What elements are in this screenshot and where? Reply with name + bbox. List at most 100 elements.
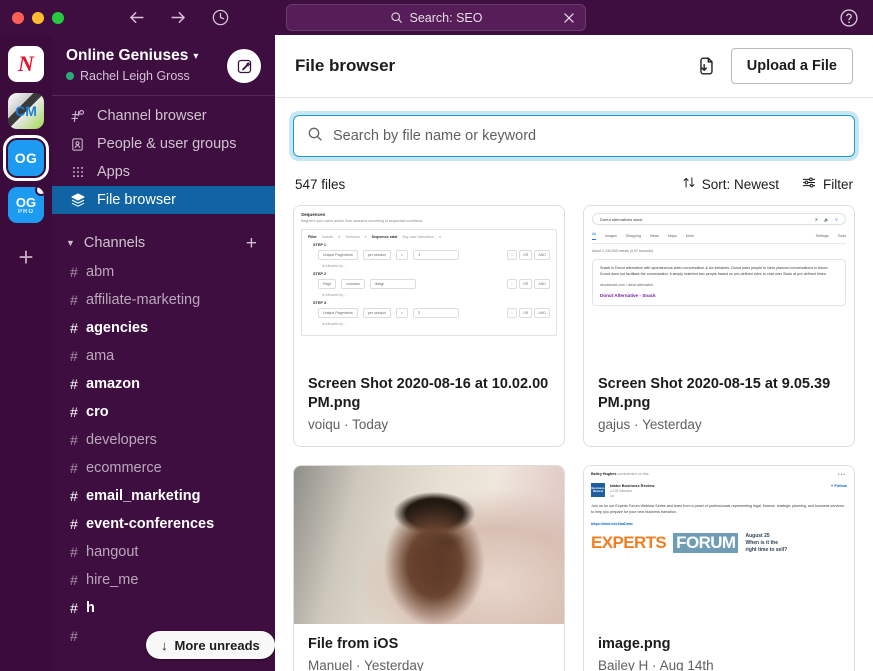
channels-section-header[interactable]: ▼ Channels + xyxy=(52,228,275,258)
workspace-icon-cm[interactable]: CM xyxy=(8,93,44,129)
back-arrow-icon[interactable] xyxy=(126,8,146,28)
preview-include: Include xyxy=(321,235,334,239)
history-clock-icon[interactable] xyxy=(210,8,230,28)
search-icon xyxy=(390,11,403,24)
list-item[interactable]: # abm xyxy=(52,258,275,286)
close-icon[interactable] xyxy=(562,11,576,25)
list-item[interactable]: # cro xyxy=(52,398,275,426)
forward-arrow-icon[interactable] xyxy=(168,8,188,28)
list-item[interactable]: # h xyxy=(52,594,275,622)
file-card[interactable]: Sequences Segment your users and/or thei… xyxy=(293,205,565,448)
hash-icon: # xyxy=(70,376,78,392)
file-time: Yesterday xyxy=(364,658,424,671)
sidebar-item-people-user-groups[interactable]: People & user groups xyxy=(52,130,275,158)
download-file-icon[interactable] xyxy=(695,55,717,77)
list-item[interactable]: # agencies xyxy=(52,314,275,342)
list-item[interactable]: # event-conferences xyxy=(52,510,275,538)
file-submeta: voiqu · Today xyxy=(308,417,550,432)
list-item[interactable]: # hangout xyxy=(52,538,275,566)
minimize-window-button[interactable] xyxy=(32,11,44,24)
search-input[interactable] xyxy=(333,128,841,144)
preview-tab: Shopping xyxy=(625,234,641,238)
preview-commented-text: commented on this xyxy=(617,472,649,477)
global-search-value: Search: SEO xyxy=(409,10,483,25)
hash-icon: # xyxy=(70,572,78,588)
channel-name: cro xyxy=(86,404,109,420)
maximize-window-button[interactable] xyxy=(52,11,64,24)
channel-name: h xyxy=(86,600,95,616)
list-item[interactable]: # amazon xyxy=(52,370,275,398)
preview-follow: is followed by... xyxy=(322,322,346,326)
sidebar-item-label: Apps xyxy=(97,164,131,180)
workspace-icon-og-active[interactable]: OG xyxy=(3,135,49,181)
preview-commenter-line: Bailey Hughes commented on this xyxy=(591,472,847,476)
apps-icon xyxy=(69,165,86,179)
sidebar-item-file-browser[interactable]: File browser xyxy=(52,186,275,214)
pencil-square-icon xyxy=(237,59,251,73)
list-item[interactable]: # ama xyxy=(52,342,275,370)
list-item[interactable]: # ecommerce xyxy=(52,454,275,482)
list-item[interactable]: # hire_me xyxy=(52,566,275,594)
preview-tab: More xyxy=(685,234,694,238)
preview-follow-button: + Follow xyxy=(830,483,847,489)
preview-post-link: https://lnkd.in/eXbaDmw xyxy=(591,522,633,527)
preview-result-title: Donut Alternative - Snack xyxy=(600,292,656,298)
filter-button[interactable]: Filter xyxy=(801,175,853,193)
list-item[interactable]: # email_marketing xyxy=(52,482,275,510)
workspace-icon-n[interactable]: N xyxy=(8,46,44,82)
channel-name: hangout xyxy=(86,544,139,560)
file-name: Screen Shot 2020-08-15 at 9.05.39 PM.png xyxy=(598,376,831,412)
preview-post-time: 1w xyxy=(610,494,615,499)
file-card[interactable]: Bailey Hughes commented on this ••• Busi… xyxy=(583,465,855,671)
search-icon xyxy=(307,126,323,147)
close-window-button[interactable] xyxy=(12,11,24,24)
list-item[interactable]: # affiliate-marketing xyxy=(52,286,275,314)
chevron-down-icon: ▼ xyxy=(66,238,75,248)
file-card-meta: image.png Bailey H · Aug 14th xyxy=(584,624,854,671)
filter-label: Filter xyxy=(823,176,853,192)
hash-icon: # xyxy=(70,432,78,448)
preview-banner-line2: right time to sell? xyxy=(745,546,788,553)
linkedin-post-preview: Bailey Hughes commented on this ••• Busi… xyxy=(584,466,854,554)
global-search-bar[interactable]: Search: SEO xyxy=(286,4,586,31)
channel-name: amazon xyxy=(86,376,140,392)
file-card[interactable]: File from iOS Manuel · Yesterday xyxy=(293,465,565,671)
sidebar-item-apps[interactable]: Apps xyxy=(52,158,275,186)
compose-message-button[interactable] xyxy=(227,49,261,83)
preview-metric: Unique Pageviews xyxy=(318,308,358,318)
help-icon[interactable] xyxy=(839,8,859,28)
unread-badge-dot xyxy=(35,187,44,196)
list-item[interactable]: # developers xyxy=(52,426,275,454)
workspace-initial: CM xyxy=(15,103,37,119)
channel-name: ama xyxy=(86,348,115,364)
preview-title: Sequences xyxy=(301,212,326,217)
file-thumbnail-google-search: Donut alternatives slack ✕ 🔈 ⚲ All Image… xyxy=(584,206,854,364)
channel-name: ecommerce xyxy=(86,460,162,476)
more-unreads-button[interactable]: ↓ More unreads xyxy=(146,631,275,659)
workspace-initial: N xyxy=(18,51,34,76)
add-workspace-button[interactable]: + xyxy=(18,244,33,270)
preview-filter-label: Filter xyxy=(308,235,317,239)
channel-name: affiliate-marketing xyxy=(86,292,201,308)
preview-search-box: Donut alternatives slack ✕ 🔈 ⚲ xyxy=(592,213,846,225)
presence-indicator-icon xyxy=(66,72,74,80)
preview-scope: per session xyxy=(362,250,392,260)
preview-subtitle: Segment your users and/or their sessions… xyxy=(301,219,424,223)
workspace-header: Online Geniuses ▾ Rachel Leigh Gross xyxy=(52,35,275,93)
preview-tab: Maps xyxy=(667,234,677,238)
upload-file-button[interactable]: Upload a File xyxy=(730,48,853,84)
add-channel-button[interactable]: + xyxy=(246,234,257,253)
workspace-icon-og-pro[interactable]: OG PRO xyxy=(8,187,44,223)
sidebar-item-channel-browser[interactable]: Channel browser xyxy=(52,102,275,130)
preview-op: = xyxy=(396,308,409,318)
preview-value: 1 xyxy=(413,250,460,260)
file-search-box[interactable] xyxy=(293,115,855,157)
preview-banner-word1: EXPERTS xyxy=(591,533,667,553)
preview-poster: Business Review Idaho Business Review 4,… xyxy=(591,483,847,498)
sort-button[interactable]: Sort: Newest xyxy=(682,175,779,193)
file-list-toolbar: 547 files Sort: Newest Filter xyxy=(275,157,873,205)
channel-name: abm xyxy=(86,264,115,280)
file-card[interactable]: Donut alternatives slack ✕ 🔈 ⚲ All Image… xyxy=(583,205,855,448)
preview-metric: Unique Pageviews xyxy=(318,250,358,260)
preview-step-label: STEP 2 xyxy=(313,272,327,276)
